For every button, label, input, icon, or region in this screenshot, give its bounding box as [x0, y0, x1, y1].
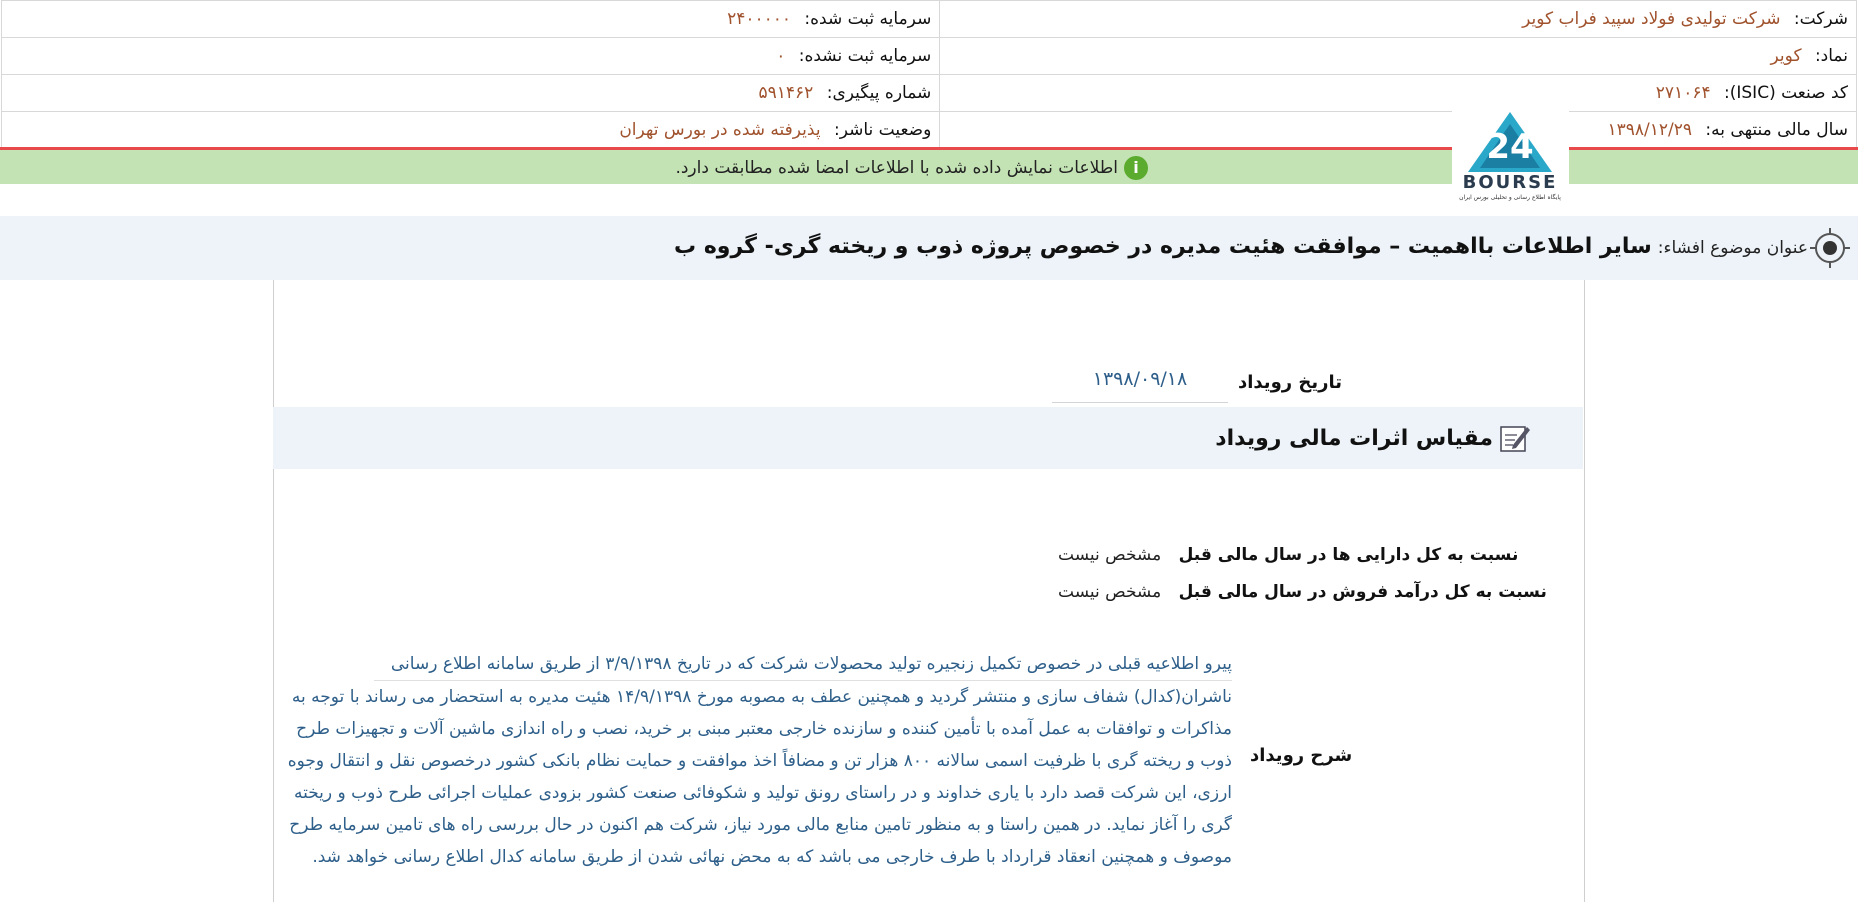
unregistered-capital-value: ۰: [776, 46, 786, 66]
assets-ratio-label: نسبت به کل دارایی ها در سال مالی قبل: [1178, 545, 1519, 565]
notice-content: i اطلاعات نمایش داده شده با اطلاعات امضا…: [675, 156, 1148, 180]
revenue-ratio-label: نسبت به کل درآمد فروش در سال مالی قبل: [1178, 582, 1547, 602]
tracking-cell: شماره پیگیری: ۵۹۱۴۶۲: [0, 74, 941, 112]
tracking-value: ۵۹۱۴۶۲: [758, 83, 814, 103]
event-date-label: تاریخ رویداد: [1238, 372, 1342, 393]
isic-cell: کد صنعت (ISIC): ۲۷۱۰۶۴: [939, 74, 1857, 112]
notice-message: اطلاعات نمایش داده شده با اطلاعات امضا ش…: [675, 158, 1118, 178]
registered-capital-label: سرمایه ثبت شده:: [804, 9, 932, 29]
title-text: سایر اطلاعات بااهمیت – موافقت هئیت مدیره…: [674, 234, 1652, 259]
assets-ratio-value: مشخص نیست: [1058, 545, 1162, 565]
financial-effects-heading: مقیاس اثرات مالی رویداد: [1215, 425, 1493, 451]
revenue-ratio-value: مشخص نیست: [1058, 582, 1162, 602]
symbol-cell: نماد: کویر: [939, 37, 1857, 75]
disclosure-title-bar: عنوان موضوع افشاء: سایر اطلاعات بااهمیت …: [0, 216, 1858, 280]
company-info-table: شرکت: شرکت تولیدی فولاد سپید فراب کویر س…: [0, 0, 1857, 149]
logo-brand-text: BOURSE: [1463, 172, 1558, 193]
edit-note-icon: [1500, 426, 1530, 452]
symbol-value: کویر: [1770, 46, 1802, 66]
logo-subtitle: پایگاه اطلاع رسانی و تحلیلی بورس ایران: [1459, 193, 1561, 201]
title-prefix: عنوان موضوع افشاء:: [1657, 238, 1808, 258]
verification-notice: i اطلاعات نمایش داده شده با اطلاعات امضا…: [0, 150, 1858, 184]
description-label: شرح رویداد: [1250, 745, 1353, 766]
description-line: ارزی، این شرکت قصد دارد با یاری خداوند و…: [293, 783, 1232, 803]
isic-value: ۲۷۱۰۶۴: [1655, 83, 1711, 103]
company-value: شرکت تولیدی فولاد سپید فراب کویر: [1522, 9, 1781, 29]
info-row: سال مالی منتهی به: ۱۳۹۸/۱۲/۲۹ وضعیت ناشر…: [0, 111, 1857, 149]
assets-ratio-row: نسبت به کل دارایی ها در سال مالی قبل مشخ…: [1058, 545, 1518, 565]
company-label: شرکت:: [1793, 9, 1848, 29]
event-date-value: ۱۳۹۸/۰۹/۱۸: [1052, 368, 1228, 403]
event-description: پیرو اطلاعیه قبلی در خصوص تکمیل زنجیره ت…: [287, 648, 1232, 873]
publisher-status-label: وضعیت ناشر:: [833, 120, 932, 140]
symbol-label: نماد:: [1814, 46, 1848, 66]
registered-capital-cell: سرمایه ثبت شده: ۲۴۰۰۰۰۰: [0, 0, 941, 38]
fiscal-year-label: سال مالی منتهی به:: [1705, 120, 1848, 140]
financial-effects-header: مقیاس اثرات مالی رویداد: [273, 407, 1583, 469]
fiscal-year-value: ۱۳۹۸/۱۲/۲۹: [1607, 120, 1693, 140]
fiscal-year-cell: سال مالی منتهی به: ۱۳۹۸/۱۲/۲۹: [939, 111, 1857, 149]
info-icon: i: [1124, 156, 1148, 180]
registered-capital-value: ۲۴۰۰۰۰۰: [727, 9, 791, 29]
publisher-status-value: پذیرفته شده در بورس تهران: [619, 120, 821, 140]
info-row: کد صنعت (ISIC): ۲۷۱۰۶۴ شماره پیگیری: ۵۹۱…: [0, 74, 1857, 112]
description-line: مذاکرات و توافقات به عمل آمده با تأمین ک…: [296, 719, 1232, 739]
description-line: ذوب و ریخته گری با ظرفیت اسمی سالانه ۸۰۰…: [287, 751, 1232, 771]
logo-mark-icon: 24 BOURSE پایگاه اطلاع رسانی و تحلیلی بو…: [1459, 112, 1561, 201]
company-cell: شرکت: شرکت تولیدی فولاد سپید فراب کویر: [939, 0, 1857, 38]
info-row: نماد: کویر سرمایه ثبت نشده: ۰: [0, 37, 1857, 75]
tracking-label: شماره پیگیری:: [826, 83, 932, 103]
logo-mark-text: 24: [1486, 127, 1533, 167]
unregistered-capital-cell: سرمایه ثبت نشده: ۰: [0, 37, 941, 75]
bourse24-logo[interactable]: 24 BOURSE پایگاه اطلاع رسانی و تحلیلی بو…: [1452, 100, 1569, 204]
financial-effects-title: مقیاس اثرات مالی رویداد: [1215, 423, 1531, 453]
info-row: شرکت: شرکت تولیدی فولاد سپید فراب کویر س…: [0, 0, 1857, 38]
description-line: پیرو اطلاعیه قبلی در خصوص تکمیل زنجیره ت…: [374, 648, 1232, 681]
revenue-ratio-row: نسبت به کل درآمد فروش در سال مالی قبل مش…: [1058, 582, 1547, 602]
page-title: عنوان موضوع افشاء: سایر اطلاعات بااهمیت …: [674, 234, 1808, 259]
description-line: گری را آغاز نماید. در همین راستا و به من…: [289, 815, 1232, 835]
description-line: ناشران(کدال) شفاف سازی و منتشر گردید و ه…: [291, 687, 1232, 707]
publisher-status-cell: وضعیت ناشر: پذیرفته شده در بورس تهران: [0, 111, 941, 149]
description-line: موصوف و همچنین انعقاد قرارداد با طرف خار…: [312, 847, 1232, 867]
isic-label: کد صنعت (ISIC):: [1724, 83, 1848, 103]
unregistered-capital-label: سرمایه ثبت نشده:: [798, 46, 932, 66]
target-icon: [1810, 228, 1850, 268]
